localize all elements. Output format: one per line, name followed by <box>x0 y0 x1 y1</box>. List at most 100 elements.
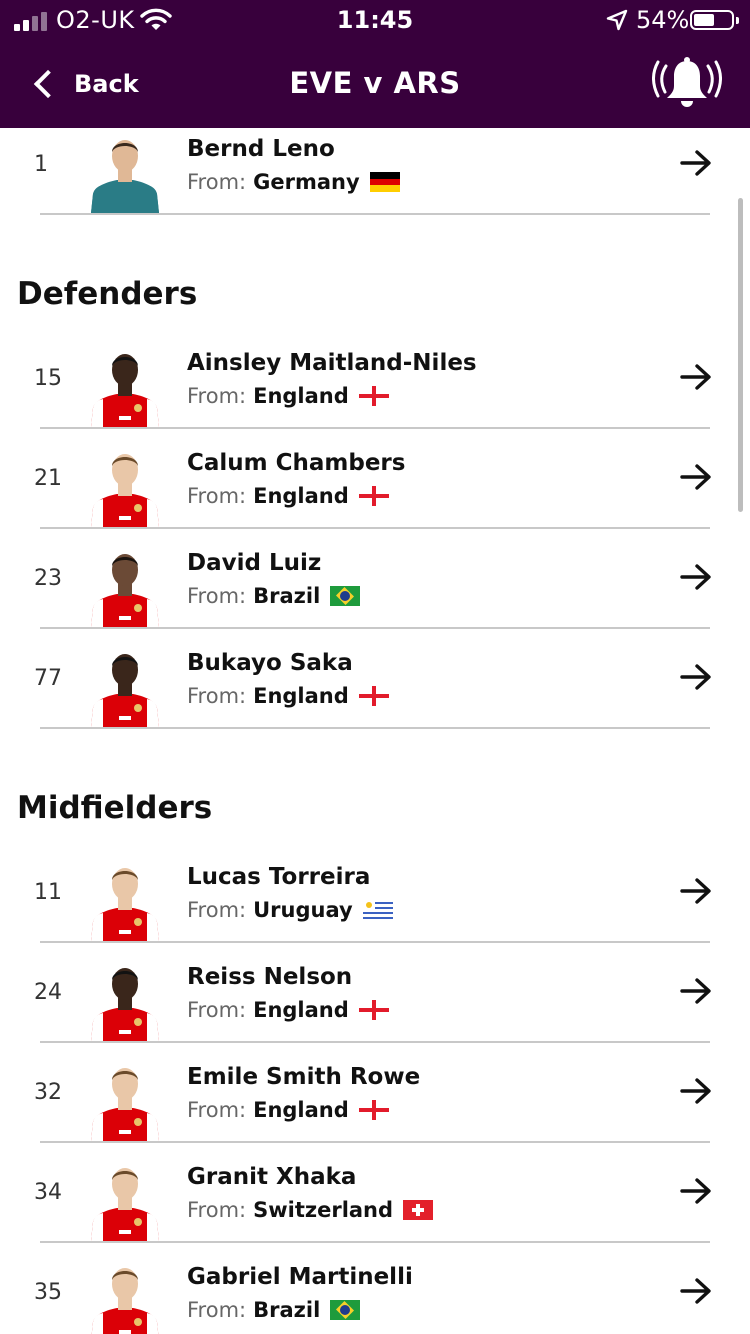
player-row[interactable]: 1 Bernd Leno From: Germany <box>0 128 750 228</box>
from-label: From: <box>187 1198 247 1222</box>
player-country: Switzerland <box>253 1198 394 1222</box>
row-divider <box>40 727 710 729</box>
player-country: England <box>253 484 349 508</box>
player-number: 34 <box>34 1180 62 1205</box>
uruguay-flag <box>362 900 393 920</box>
switzerland-flag <box>403 1200 434 1220</box>
from-label: From: <box>187 998 247 1022</box>
player-photo <box>85 442 165 527</box>
player-number: 23 <box>34 566 62 591</box>
player-photo <box>85 956 165 1041</box>
player-name: Reiss Nelson <box>187 964 353 990</box>
arrow-right-icon[interactable] <box>680 148 712 178</box>
player-name: Lucas Torreira <box>187 864 371 890</box>
england-flag <box>358 486 389 506</box>
player-number: 11 <box>34 880 62 905</box>
app-header: O2-UK 11:45 54% Back EVE v ARS <box>0 0 750 128</box>
arrow-right-icon[interactable] <box>680 1276 712 1306</box>
player-origin: From: England <box>187 998 389 1022</box>
bell-ringing-icon[interactable] <box>652 56 722 110</box>
arrow-right-icon[interactable] <box>680 1076 712 1106</box>
player-row[interactable]: 35 Gabriel Martinelli From: Brazil <box>0 1256 750 1334</box>
player-photo <box>85 1056 165 1141</box>
row-divider <box>40 213 710 215</box>
brazil-flag <box>330 586 361 606</box>
england-flag <box>358 1000 389 1020</box>
player-photo <box>85 342 165 427</box>
player-name: Calum Chambers <box>187 450 406 476</box>
player-number: 15 <box>34 366 62 391</box>
player-row[interactable]: 24 Reiss Nelson From: England <box>0 956 750 1056</box>
player-country: England <box>253 1098 349 1122</box>
squad-list[interactable]: 1 Bernd Leno From: Germany Defenders 15 Ainsle… <box>0 128 750 1334</box>
brazil-flag <box>330 1300 361 1320</box>
from-label: From: <box>187 898 247 922</box>
row-divider <box>40 427 710 429</box>
row-divider <box>40 627 710 629</box>
player-row[interactable]: 34 Granit Xhaka From: Switzerland <box>0 1156 750 1256</box>
player-row[interactable]: 15 Ainsley Maitland-Niles From: England <box>0 342 750 442</box>
row-divider <box>40 1141 710 1143</box>
player-origin: From: England <box>187 684 389 708</box>
player-origin: From: England <box>187 1098 389 1122</box>
player-photo <box>85 1256 165 1334</box>
arrow-right-icon[interactable] <box>680 662 712 692</box>
player-photo <box>85 542 165 627</box>
player-country: Brazil <box>253 584 321 608</box>
row-divider <box>40 527 710 529</box>
player-row[interactable]: 21 Calum Chambers From: England <box>0 442 750 542</box>
battery-icon <box>690 10 739 30</box>
row-divider <box>40 941 710 943</box>
player-number: 77 <box>34 666 62 691</box>
player-number: 32 <box>34 1080 62 1105</box>
player-country: Brazil <box>253 1298 321 1322</box>
arrow-right-icon[interactable] <box>680 462 712 492</box>
scrollbar[interactable] <box>738 198 743 512</box>
player-photo <box>85 642 165 727</box>
from-label: From: <box>187 684 247 708</box>
player-row[interactable]: 11 Lucas Torreira From: Uruguay <box>0 856 750 956</box>
from-label: From: <box>187 484 247 508</box>
location-arrow-icon <box>606 9 628 31</box>
page-title: EVE v ARS <box>289 66 461 100</box>
player-name: David Luiz <box>187 550 322 576</box>
player-origin: From: England <box>187 484 389 508</box>
arrow-right-icon[interactable] <box>680 876 712 906</box>
player-origin: From: Switzerland <box>187 1198 434 1222</box>
player-photo <box>85 128 165 213</box>
from-label: From: <box>187 1098 247 1122</box>
player-name: Granit Xhaka <box>187 1164 357 1190</box>
player-origin: From: Uruguay <box>187 898 393 922</box>
england-flag <box>358 686 389 706</box>
row-divider <box>40 1041 710 1043</box>
player-name: Bernd Leno <box>187 136 335 162</box>
player-row[interactable]: 77 Bukayo Saka From: England <box>0 642 750 742</box>
section-title: Defenders <box>17 276 198 312</box>
from-label: From: <box>187 584 247 608</box>
player-name: Bukayo Saka <box>187 650 353 676</box>
player-country: England <box>253 998 349 1022</box>
player-number: 21 <box>34 466 62 491</box>
player-photo <box>85 1156 165 1241</box>
player-origin: From: Brazil <box>187 1298 361 1322</box>
player-number: 24 <box>34 980 62 1005</box>
player-name: Gabriel Martinelli <box>187 1264 413 1290</box>
arrow-right-icon[interactable] <box>680 976 712 1006</box>
arrow-right-icon[interactable] <box>680 562 712 592</box>
england-flag <box>358 386 389 406</box>
section-title: Midfielders <box>17 790 213 826</box>
player-row[interactable]: 32 Emile Smith Rowe From: England <box>0 1056 750 1156</box>
battery-percentage: 54% <box>636 6 690 34</box>
from-label: From: <box>187 384 247 408</box>
player-country: England <box>253 684 349 708</box>
arrow-right-icon[interactable] <box>680 1176 712 1206</box>
player-origin: From: Germany <box>187 170 400 194</box>
player-number: 35 <box>34 1280 62 1305</box>
player-row[interactable]: 23 David Luiz From: Brazil <box>0 542 750 642</box>
player-photo <box>85 856 165 941</box>
player-name: Ainsley Maitland-Niles <box>187 350 477 376</box>
england-flag <box>358 1100 389 1120</box>
player-country: England <box>253 384 349 408</box>
player-country: Germany <box>253 170 360 194</box>
arrow-right-icon[interactable] <box>680 362 712 392</box>
